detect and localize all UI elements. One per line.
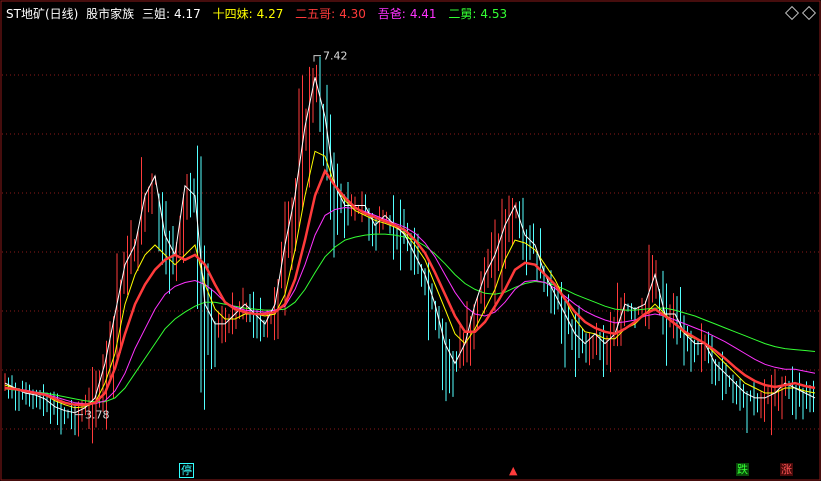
marker-rise: 涨	[780, 463, 793, 476]
legend-label: 三姐:	[141, 7, 171, 21]
legend-label: 吾爸:	[377, 7, 406, 21]
legend-value: 4.53	[480, 7, 508, 21]
series-line	[4, 206, 816, 405]
legend-value: 4.30	[339, 7, 366, 21]
ma-lines	[4, 77, 816, 414]
legend-item-erjiu: 二舅: 4.53	[448, 7, 511, 21]
legend-item-erwuge: 二五哥: 4.30	[295, 7, 370, 21]
legend-value: 4.41	[409, 7, 437, 21]
marker-up-arrow-icon: ▲	[509, 464, 518, 477]
high-price-label: 7.42	[323, 50, 348, 63]
legend-value: 4.27	[256, 7, 284, 21]
marker-suspend: 停	[179, 463, 194, 478]
series-line	[4, 233, 816, 403]
indicator-name[interactable]: 股市家族	[86, 7, 134, 21]
stock-name[interactable]: ST地矿(日线)	[6, 7, 78, 21]
legend-value: 4.17	[174, 7, 201, 21]
low-price-label: 3.78	[85, 409, 110, 422]
legend-label: 十四妹:	[212, 7, 253, 21]
legend-label: 二舅:	[448, 7, 477, 21]
marker-fall: 跌	[736, 463, 749, 476]
legend-item-wuba: 吾爸: 4.41	[378, 7, 441, 21]
series-line	[4, 77, 816, 414]
legend-bar: ST地矿(日线) 股市家族 三姐: 4.17 十四妹: 4.27 二五哥: 4.30 …	[0, 0, 515, 28]
legend-label: 二五哥:	[295, 7, 336, 21]
legend-item-shisimei: 十四妹: 4.27	[213, 7, 288, 21]
price-chart[interactable]: 7.42 3.78	[0, 0, 821, 481]
legend-item-sanjie: 三姐: 4.17	[142, 7, 205, 21]
